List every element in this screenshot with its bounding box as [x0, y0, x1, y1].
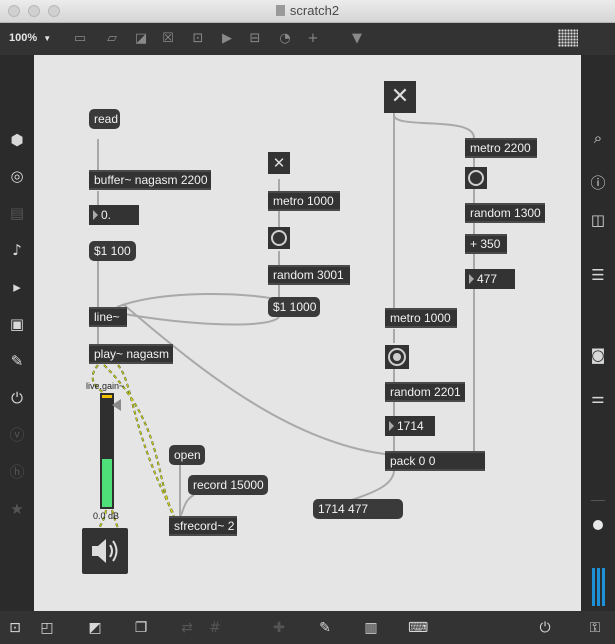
speaker-icon [92, 539, 118, 563]
title-bar: scratch2 [0, 0, 615, 23]
ramp-1000-message[interactable]: $1 1000 [268, 297, 320, 317]
mixer-icon[interactable]: ⚌ [588, 388, 608, 408]
bang-ring-icon [271, 230, 287, 246]
paperclip-icon[interactable]: ✎ [7, 351, 27, 371]
button-icon[interactable]: ⊡ [190, 31, 206, 47]
document-icon [275, 5, 285, 16]
read-message[interactable]: read [89, 109, 120, 129]
columns-icon[interactable]: ◫ [588, 210, 608, 230]
toggle-x-icon: ✕ [272, 154, 286, 172]
gain-level-fill [102, 458, 112, 507]
metro-2200-object[interactable]: metro 2200 [465, 138, 537, 158]
message-icon[interactable]: ▱ [104, 31, 120, 47]
toggle-icon[interactable]: ☒ [160, 31, 176, 47]
play-object[interactable]: play~ nagasm [89, 344, 173, 364]
metro-1000-object[interactable]: metro 1000 [268, 191, 340, 211]
add-icon[interactable]: + [305, 31, 321, 47]
pack-object[interactable]: pack 0 0 [385, 451, 485, 471]
patcher-canvas[interactable]: read buffer~ nagasm 2200 0. $1 100 line~… [34, 55, 581, 611]
gain-label: live.gain~ [86, 381, 125, 391]
sfrecord-object[interactable]: sfrecord~ 2 [169, 516, 237, 536]
music-note-icon[interactable]: ♪ [7, 240, 27, 260]
v-badge-icon[interactable]: ⓥ [7, 425, 27, 445]
grid-icon[interactable] [558, 29, 578, 47]
random-2201-object[interactable]: random 2201 [385, 382, 465, 402]
comment-icon[interactable]: ◪ [133, 31, 149, 47]
image-icon[interactable]: ▣ [7, 314, 27, 334]
play-icon[interactable]: ▶ [219, 31, 235, 47]
sequence-icon[interactable]: ▸ [7, 277, 27, 297]
bang-2[interactable] [385, 345, 409, 369]
zoom-menu[interactable]: 100% ▼ [9, 32, 51, 44]
audio-lock-icon[interactable]: ⚿ [586, 619, 604, 637]
object-icon[interactable]: ▭ [72, 31, 88, 47]
bottom-toolbar: ⊡ ◰ ◩ ❐ ⇄ # ✚ ✎ ▥ ⌨ ⏻ ⚿ [0, 611, 615, 644]
plug-icon[interactable]: ⏻ [7, 388, 27, 408]
ramp-message[interactable]: $1 100 [89, 241, 136, 261]
bang-ring-icon [468, 170, 484, 186]
star-icon[interactable]: ★ [7, 499, 27, 519]
edit-lock-icon[interactable]: ◰ [38, 619, 56, 637]
toggle-x-icon: ✕ [390, 84, 410, 109]
output-message[interactable]: 1714 477 [313, 499, 403, 519]
snapshot-icon[interactable]: ◙ [588, 345, 608, 365]
dial-icon[interactable]: ◔ [277, 31, 293, 47]
keyboard-icon[interactable]: ▤ [7, 203, 27, 223]
info-icon[interactable]: ⓘ [588, 173, 608, 193]
dsp-power-icon[interactable]: ⏻ [536, 619, 554, 637]
random-1300-object[interactable]: random 1300 [465, 203, 545, 223]
patcher-toolbar: 100% ▼ ▭ ▱ ◪ ☒ ⊡ ▶ ⊟ ◔ + ▼ [0, 23, 615, 55]
speaker-button[interactable] [82, 528, 128, 574]
line-object[interactable]: line~ [89, 307, 127, 327]
plus-350-object[interactable]: + 350 [465, 234, 507, 254]
buffer-object[interactable]: buffer~ nagasm 2200 [89, 170, 211, 190]
align-icon[interactable]: ⇄ [178, 619, 196, 637]
number-1714-box[interactable]: 1714 [385, 416, 435, 436]
wrench-icon[interactable]: ✎ [316, 619, 334, 637]
number-477-box[interactable]: 477 [465, 269, 515, 289]
lock-icon[interactable]: ⊡ [6, 619, 24, 637]
pin-icon[interactable]: ✚ [270, 619, 288, 637]
h-badge-icon[interactable]: ⓗ [7, 462, 27, 482]
bang-dot-icon [393, 353, 401, 361]
slider-icon[interactable]: ⊟ [247, 31, 263, 47]
search-icon[interactable]: ⌕ [588, 128, 608, 148]
presentation-icon[interactable]: ◩ [86, 619, 104, 637]
left-sidebar: ⬢ ◎ ▤ ♪ ▸ ▣ ✎ ⏻ ⓥ ⓗ ★ [0, 55, 34, 611]
gain-peak-indicator [102, 395, 112, 398]
toggle-1[interactable]: ✕ [268, 152, 290, 174]
package-icon[interactable]: ⬢ [7, 130, 27, 150]
gain-value: 0.0 dB [93, 511, 120, 521]
random-3001-object[interactable]: random 3001 [268, 265, 350, 285]
paint-bucket-icon[interactable]: ▼ [349, 31, 365, 47]
float-number-box[interactable]: 0. [89, 205, 139, 225]
keyboard-icon[interactable]: ⌨ [408, 619, 428, 637]
toggle-2[interactable]: ✕ [384, 81, 416, 113]
windows-icon[interactable]: ❐ [132, 619, 150, 637]
piano-icon[interactable]: ▥ [362, 619, 380, 637]
window-title: scratch2 [0, 3, 615, 18]
grid-toggle-icon[interactable]: # [206, 619, 224, 637]
bang-3[interactable] [465, 167, 487, 189]
metro-1000-object-2[interactable]: metro 1000 [385, 308, 457, 328]
target-icon[interactable]: ◎ [7, 166, 27, 186]
bang-1[interactable] [268, 227, 290, 249]
record-message[interactable]: record 15000 [188, 475, 268, 495]
list-icon[interactable]: ☰ [588, 265, 608, 285]
open-message[interactable]: open [169, 445, 205, 465]
gain-handle-icon[interactable] [112, 399, 121, 411]
master-level-meter[interactable] [591, 500, 605, 606]
